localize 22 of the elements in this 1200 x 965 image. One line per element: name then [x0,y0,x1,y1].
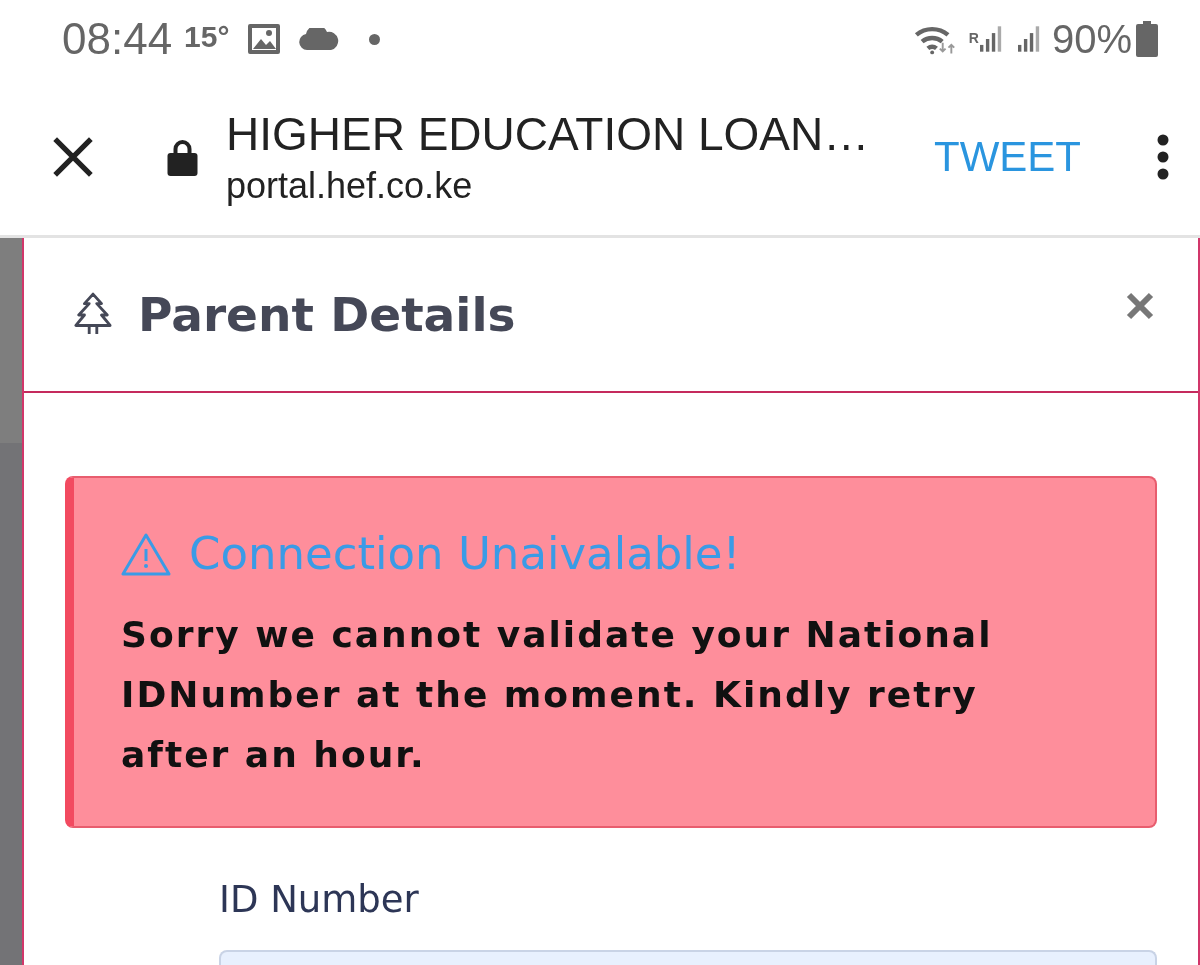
menu-icon[interactable] [1157,133,1169,180]
tweet-button[interactable]: TWEET [926,122,1089,191]
notification-dot-icon [369,33,381,45]
input-field[interactable] [219,950,1157,965]
page-title: HIGHER EDUCATION LOAN… [226,106,871,161]
temperature: 15° [184,20,230,54]
cloud-icon [299,28,340,50]
warning-icon [121,532,171,576]
alert-message: Sorry we cannot validate your National IDNumber at the moment. Kindly retry after an hour. [121,613,994,777]
lock-icon [167,139,198,176]
image-icon [247,23,282,55]
page-url: portal.hef.co.ke [226,164,474,207]
battery-icon [1136,21,1158,57]
roaming-indicator: R [968,30,979,45]
close-icon[interactable] [52,135,94,178]
signal-bars-icon [979,26,1002,52]
alert-title: Connection Unaivalable! [189,528,741,580]
clock-time: 08:44 [62,14,173,64]
modal-title: Parent Details [138,287,517,342]
signal-bars-icon [1017,26,1040,52]
battery-percentage: 90% [1051,16,1132,62]
field-label: ID Number [219,877,420,923]
